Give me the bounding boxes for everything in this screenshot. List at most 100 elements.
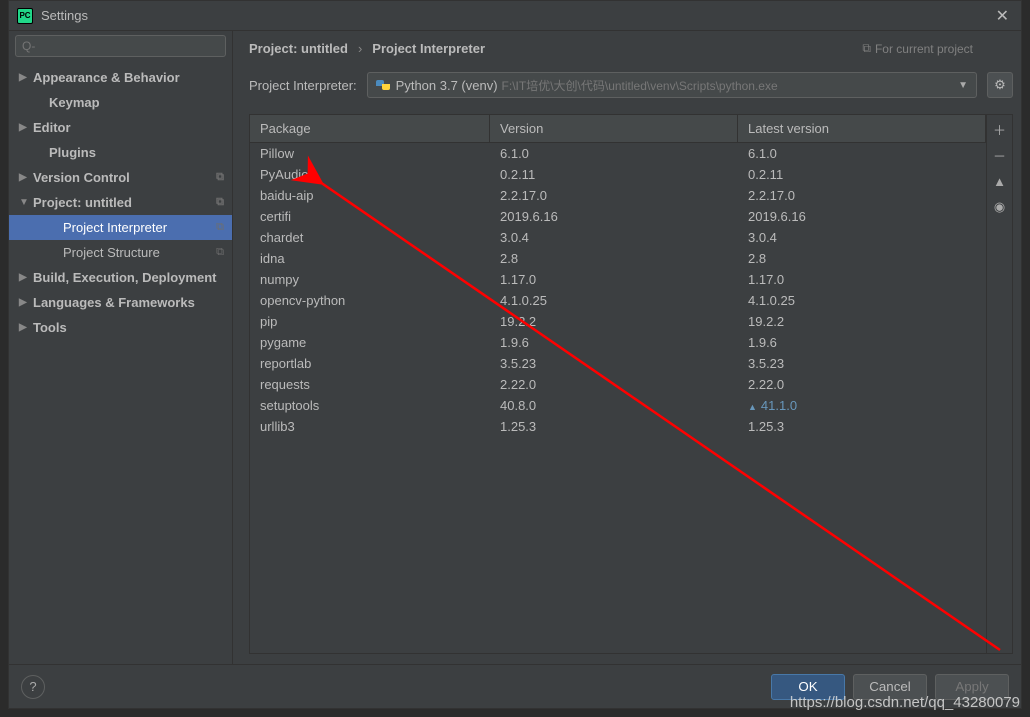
python-icon [376, 78, 390, 92]
table-row[interactable]: PyAudio0.2.110.2.11 [250, 164, 986, 185]
interpreter-path: F:\IT培优\大创\代码\untitled\venv\Scripts\pyth… [502, 77, 778, 94]
settings-dialog: PC Settings ✕ ▶Appearance & Behavior▶Key… [8, 0, 1022, 709]
dialog-footer: ? OK Cancel Apply [9, 664, 1021, 708]
sidebar: ▶Appearance & Behavior▶Keymap▶Editor▶Plu… [9, 31, 233, 664]
chevron-right-icon: ▶ [19, 272, 33, 283]
breadcrumb-project: Project: untitled [249, 41, 348, 56]
interpreter-select[interactable]: Python 3.7 (venv) F:\IT培优\大创\代码\untitled… [367, 72, 977, 98]
table-row[interactable]: urllib31.25.31.25.3 [250, 416, 986, 437]
cell-package: reportlab [250, 354, 490, 373]
table-row[interactable]: certifi2019.6.162019.6.16 [250, 206, 986, 227]
remove-package-button[interactable]: － [990, 145, 1010, 165]
upgrade-arrow-icon: ▲ [748, 402, 757, 412]
cell-version: 2.8 [490, 249, 738, 268]
copy-icon: ⧉ [216, 171, 224, 184]
cell-latest: 19.2.2 [738, 312, 986, 331]
show-early-releases-button[interactable]: ◉ [990, 197, 1010, 217]
cell-latest: 6.1.0 [738, 144, 986, 163]
dialog-content: ▶Appearance & Behavior▶Keymap▶Editor▶Plu… [9, 31, 1021, 664]
cell-version: 1.9.6 [490, 333, 738, 352]
gear-button[interactable]: ⚙ [987, 72, 1013, 98]
cell-version: 2019.6.16 [490, 207, 738, 226]
cell-version: 3.0.4 [490, 228, 738, 247]
table-row[interactable]: chardet3.0.43.0.4 [250, 227, 986, 248]
upgrade-package-button[interactable]: ▲ [990, 171, 1010, 191]
table-row[interactable]: setuptools40.8.0▲41.1.0 [250, 395, 986, 416]
sidebar-item-version-control[interactable]: ▶Version Control ⧉ [9, 165, 232, 190]
sidebar-item-build-execution-deployment[interactable]: ▶Build, Execution, Deployment [9, 265, 232, 290]
cell-version: 3.5.23 [490, 354, 738, 373]
breadcrumb: Project: untitled › Project Interpreter … [249, 41, 1013, 56]
pycharm-icon: PC [17, 8, 33, 24]
cell-version: 2.2.17.0 [490, 186, 738, 205]
sidebar-item-label: Version Control [33, 170, 130, 185]
cell-latest: 3.5.23 [738, 354, 986, 373]
cell-package: opencv-python [250, 291, 490, 310]
sidebar-item-tools[interactable]: ▶Tools [9, 315, 232, 340]
sidebar-item-project-untitled[interactable]: ▼Project: untitled ⧉ [9, 190, 232, 215]
help-button[interactable]: ? [21, 675, 45, 699]
cell-latest: 1.17.0 [738, 270, 986, 289]
settings-tree: ▶Appearance & Behavior▶Keymap▶Editor▶Plu… [9, 61, 232, 664]
cell-latest: 2019.6.16 [738, 207, 986, 226]
table-row[interactable]: requests2.22.02.22.0 [250, 374, 986, 395]
cell-latest: ▲41.1.0 [738, 396, 986, 415]
cell-version: 4.1.0.25 [490, 291, 738, 310]
table-row[interactable]: pip19.2.219.2.2 [250, 311, 986, 332]
packages-table-wrap: Package Version Latest version Pillow6.1… [249, 114, 1013, 654]
table-header: Package Version Latest version [250, 115, 986, 143]
table-row[interactable]: Pillow6.1.06.1.0 [250, 143, 986, 164]
table-row[interactable]: opencv-python4.1.0.254.1.0.25 [250, 290, 986, 311]
question-icon: ? [29, 679, 36, 694]
table-row[interactable]: baidu-aip2.2.17.02.2.17.0 [250, 185, 986, 206]
cell-package: PyAudio [250, 165, 490, 184]
table-row[interactable]: pygame1.9.61.9.6 [250, 332, 986, 353]
sidebar-item-label: Project: untitled [33, 195, 132, 210]
table-row[interactable]: idna2.82.8 [250, 248, 986, 269]
cell-latest: 0.2.11 [738, 165, 986, 184]
cell-version: 1.17.0 [490, 270, 738, 289]
sidebar-item-languages-frameworks[interactable]: ▶Languages & Frameworks [9, 290, 232, 315]
interpreter-label: Project Interpreter: [249, 78, 357, 93]
sidebar-item-label: Languages & Frameworks [33, 295, 195, 310]
sidebar-item-editor[interactable]: ▶Editor [9, 115, 232, 140]
current-project-hint: ⧉ For current project [862, 41, 973, 56]
chevron-right-icon: ▶ [19, 72, 33, 83]
sidebar-item-project-structure[interactable]: ▶Project Structure⧉ [9, 240, 232, 265]
cell-latest: 2.22.0 [738, 375, 986, 394]
col-latest[interactable]: Latest version [738, 115, 986, 142]
sidebar-item-label: Plugins [49, 145, 96, 160]
chevron-right-icon: ▶ [19, 172, 33, 183]
sidebar-item-label: Build, Execution, Deployment [33, 270, 216, 285]
cell-latest: 1.9.6 [738, 333, 986, 352]
copy-icon: ⧉ [862, 41, 871, 56]
col-package[interactable]: Package [250, 115, 490, 142]
col-version[interactable]: Version [490, 115, 738, 142]
copy-icon: ⧉ [216, 196, 224, 209]
cell-version: 6.1.0 [490, 144, 738, 163]
sidebar-item-project-interpreter[interactable]: ▶Project Interpreter⧉ [9, 215, 232, 240]
copy-icon: ⧉ [216, 246, 224, 259]
sidebar-item-appearance-behavior[interactable]: ▶Appearance & Behavior [9, 65, 232, 90]
sidebar-item-keymap[interactable]: ▶Keymap [9, 90, 232, 115]
add-package-button[interactable]: ＋ [990, 119, 1010, 139]
gear-icon: ⚙ [994, 77, 1006, 93]
chevron-down-icon: ▼ [958, 80, 968, 91]
close-icon[interactable]: ✕ [992, 6, 1013, 26]
cell-latest: 3.0.4 [738, 228, 986, 247]
chevron-down-icon: ▼ [19, 197, 33, 208]
sidebar-item-label: Editor [33, 120, 71, 135]
table-row[interactable]: numpy1.17.01.17.0 [250, 269, 986, 290]
table-row[interactable]: reportlab3.5.233.5.23 [250, 353, 986, 374]
cell-package: chardet [250, 228, 490, 247]
sidebar-item-plugins[interactable]: ▶Plugins [9, 140, 232, 165]
sidebar-item-label: Appearance & Behavior [33, 70, 180, 85]
search-input[interactable] [15, 35, 226, 57]
apply-button[interactable]: Apply [935, 674, 1009, 700]
chevron-right-icon: ▶ [19, 297, 33, 308]
cell-package: setuptools [250, 396, 490, 415]
cell-package: numpy [250, 270, 490, 289]
cancel-button[interactable]: Cancel [853, 674, 927, 700]
cell-version: 2.22.0 [490, 375, 738, 394]
ok-button[interactable]: OK [771, 674, 845, 700]
